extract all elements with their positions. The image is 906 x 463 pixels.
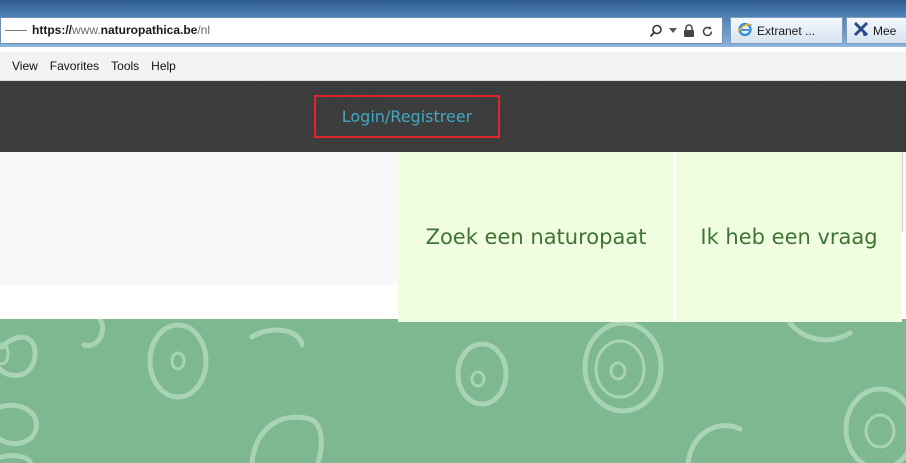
url-prefix: www. [72,23,101,37]
menu-tools[interactable]: Tools [105,59,145,73]
search-icon[interactable] [649,24,663,38]
tab-mee[interactable]: Mee [846,17,906,44]
menu-view[interactable]: View [0,59,44,73]
address-dash [5,30,27,31]
menu-bar: View Favorites Tools Help [0,52,906,81]
url-path: /nl [197,23,211,37]
address-bar[interactable]: https://www.naturopathica.be/nl [0,17,723,44]
circle-pattern [0,319,906,463]
tab-label: Mee [873,23,897,38]
menu-help[interactable]: Help [145,59,182,73]
url-scheme: https:// [32,23,72,37]
nav-ask-question[interactable]: Ik heb een vraag [676,152,902,322]
refresh-icon[interactable] [701,25,714,38]
page-edge-element [902,152,906,232]
ie-icon [737,21,753,40]
pattern-banner [0,319,906,463]
address-icons [649,21,714,41]
tab-extranet[interactable]: Extranet ... [730,17,843,44]
tab-label: Extranet ... [757,23,816,38]
banner-left-panel [0,152,398,285]
tools-icon [853,21,869,40]
menu-favorites[interactable]: Favorites [44,59,105,73]
dropdown-arrow-icon[interactable] [669,28,677,34]
login-register-link[interactable]: Login/Registreer [314,95,500,138]
address-url[interactable]: https://www.naturopathica.be/nl [32,23,210,37]
nav-find-naturopath[interactable]: Zoek een naturopaat [398,152,674,322]
lock-icon[interactable] [683,24,695,38]
url-domain: naturopathica.be [100,23,198,37]
